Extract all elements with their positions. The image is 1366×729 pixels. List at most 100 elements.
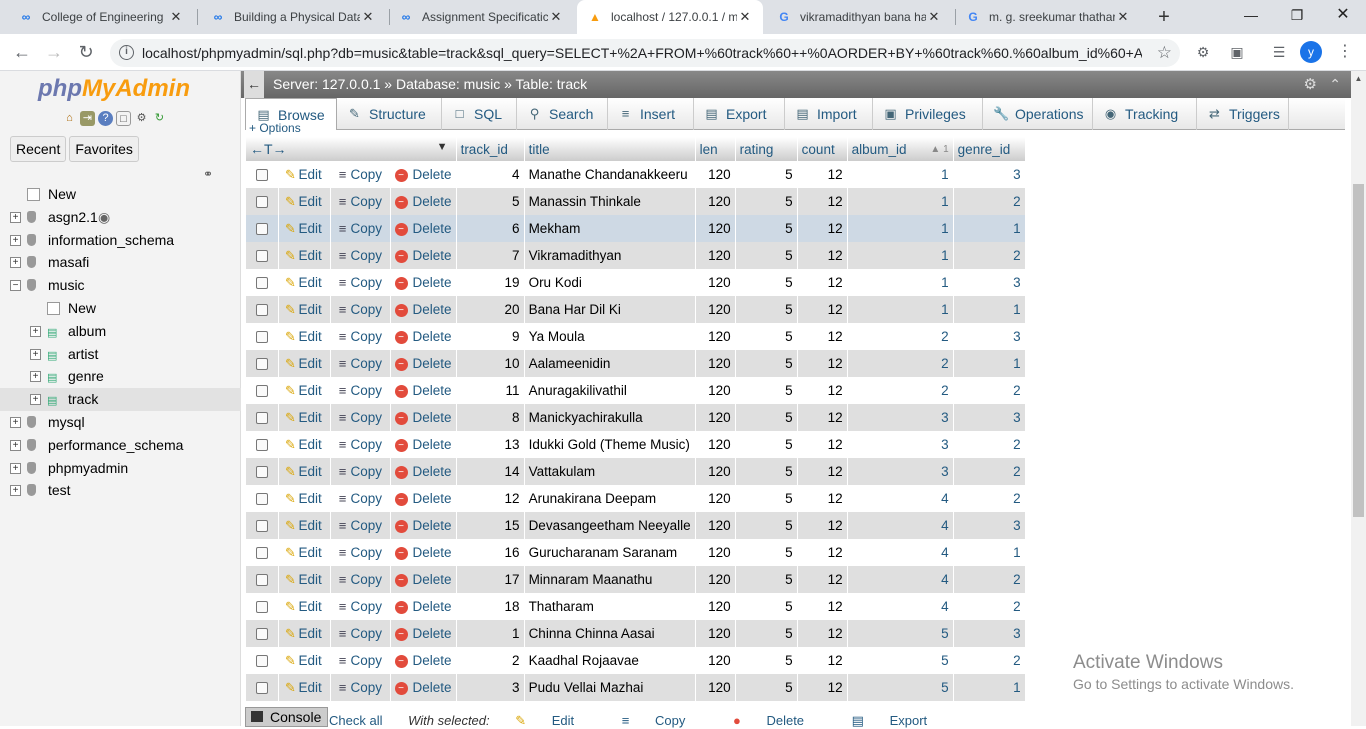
delete-link[interactable]: − Delete [390,539,457,566]
edit-link[interactable]: ✎ Edit [278,485,331,512]
browser-tab[interactable]: Gm. g. sreekumar thathar ✕ [955,0,1141,34]
copy-link[interactable]: ≡ Copy [330,647,391,674]
close-tab-icon[interactable]: ✕ [168,9,184,25]
column-header-track_id[interactable]: track_id [456,137,525,161]
column-header-count[interactable]: count [797,137,848,161]
row-checkbox[interactable] [255,358,268,371]
column-arrows[interactable]: ←T→ [250,141,287,157]
back-icon[interactable]: ← [10,40,34,64]
recent-tab[interactable]: Recent [10,136,67,162]
delete-link[interactable]: − Delete [390,377,457,404]
row-checkbox[interactable] [255,250,268,263]
tree-node[interactable]: + phpmyadmin [0,457,241,480]
copy-link[interactable]: ≡ Copy [330,269,391,296]
row-checkbox[interactable] [255,574,268,587]
tab-privileges[interactable]: ▣ Privileges [873,98,983,130]
eye-icon[interactable]: ◉ [98,206,110,229]
reload-nav-icon[interactable]: ↻ [152,111,167,126]
maximize-button[interactable]: ❐ [1274,0,1320,30]
expand-icon[interactable]: + [30,394,41,406]
copy-link[interactable]: ≡ Copy [330,566,391,593]
home-icon[interactable]: ⌂ [62,111,77,126]
row-checkbox[interactable] [255,493,268,506]
expand-icon[interactable]: + [30,325,41,337]
delete-link[interactable]: − Delete [390,323,457,350]
browser-tab[interactable]: Gvikramadithyan bana ha ✕ [766,0,952,34]
delete-link[interactable]: − Delete [390,512,457,539]
delete-link[interactable]: − Delete [390,404,457,431]
edit-link[interactable]: ✎ Edit [278,269,331,296]
close-tab-icon[interactable]: ✕ [1115,9,1131,25]
tab-export[interactable]: ▤ Export [694,98,785,130]
extension-box-icon[interactable]: ▣ [1228,43,1246,61]
copy-link[interactable]: ≡ Copy [330,377,391,404]
address-bar[interactable]: i localhost/phpmyadmin/sql.php?db=music&… [110,39,1180,67]
expand-icon[interactable]: + [10,439,21,451]
expand-icon[interactable]: + [10,485,21,497]
media-queue-icon[interactable]: ☰ [1270,43,1288,61]
browser-tab[interactable]: ∞ Assignment Specificatic ✕ [388,0,574,34]
tree-node[interactable]: New [0,297,241,320]
extension-gear-icon[interactable]: ⚙ [1194,43,1212,61]
tree-node[interactable]: + ▤ artist [0,343,241,366]
options-link[interactable]: + Options [249,121,301,135]
expand-icon[interactable]: + [10,234,21,246]
tree-node[interactable]: + performance_schema [0,434,241,457]
row-checkbox[interactable] [255,601,268,614]
edit-link[interactable]: ✎ Edit [278,593,331,620]
delete-link[interactable]: − Delete [390,242,457,269]
delete-link[interactable]: − Delete [390,269,457,296]
tab-search[interactable]: ⚲ Search [517,98,608,130]
copy-link[interactable]: ≡ Copy [330,323,391,350]
edit-link[interactable]: ✎ Edit [278,512,331,539]
browser-tab[interactable]: ∞ College of Engineering ✕ [8,0,194,34]
edit-link[interactable]: ✎ Edit [278,431,331,458]
favorites-tab[interactable]: Favorites [69,136,139,162]
copy-link[interactable]: ≡ Copy [330,215,391,242]
tree-node[interactable]: + ▤ genre [0,365,241,388]
logout-icon[interactable]: ⇥ [80,111,95,126]
edit-link[interactable]: ✎ Edit [278,296,331,323]
tree-node[interactable]: + ▤ album [0,320,241,343]
edit-link[interactable]: ✎ Edit [278,674,331,701]
phpmyadmin-logo[interactable]: phpMyAdmin [38,75,190,103]
tree-node[interactable]: − music [0,274,241,297]
row-checkbox[interactable] [255,466,268,479]
close-tab-icon[interactable]: ✕ [360,9,376,25]
expand-icon[interactable]: + [10,462,21,474]
edit-link[interactable]: ✎ Edit [278,647,331,674]
expand-icon[interactable]: + [10,257,21,269]
delete-link[interactable]: − Delete [390,485,457,512]
delete-link[interactable]: − Delete [390,566,457,593]
copy-link[interactable]: ≡ Copy [330,242,391,269]
row-checkbox[interactable] [255,628,268,641]
link-with-main-icon[interactable]: ⚭ [203,167,213,181]
reload-icon[interactable]: ↻ [74,40,98,64]
tree-node[interactable]: New [0,183,241,206]
column-header-len[interactable]: len [695,137,736,161]
tree-node[interactable]: + masafi [0,251,241,274]
tree-node[interactable]: + test [0,479,241,502]
forward-icon[interactable]: → [42,40,66,64]
tab-tracking[interactable]: ◉ Tracking [1093,98,1197,130]
collapse-top-icon[interactable]: ⌃ [1329,71,1341,98]
expand-icon[interactable]: + [30,371,41,383]
minimize-button[interactable]: — [1228,0,1274,30]
delete-link[interactable]: − Delete [390,350,457,377]
delete-link[interactable]: − Delete [390,620,457,647]
delete-link[interactable]: − Delete [390,458,457,485]
row-checkbox[interactable] [255,385,268,398]
edit-link[interactable]: ✎ Edit [278,350,331,377]
copy-link[interactable]: ≡ Copy [330,593,391,620]
close-tab-icon[interactable]: ✕ [548,9,564,25]
page-settings-icon[interactable]: ⚙ [1304,71,1317,98]
edit-link[interactable]: ✎ Edit [278,242,331,269]
copy-link[interactable]: ≡ Copy [330,485,391,512]
column-header-genre_id[interactable]: genre_id [953,137,1026,161]
browser-tab[interactable]: ▲ localhost / 127.0.0.1 / m ✕ [577,0,763,34]
page-scrollbar[interactable]: ▲ [1351,71,1366,726]
delete-link[interactable]: − Delete [390,593,457,620]
copy-link[interactable]: ≡ Copy [330,404,391,431]
copy-link[interactable]: ≡ Copy [330,188,391,215]
edit-link[interactable]: ✎ Edit [278,458,331,485]
